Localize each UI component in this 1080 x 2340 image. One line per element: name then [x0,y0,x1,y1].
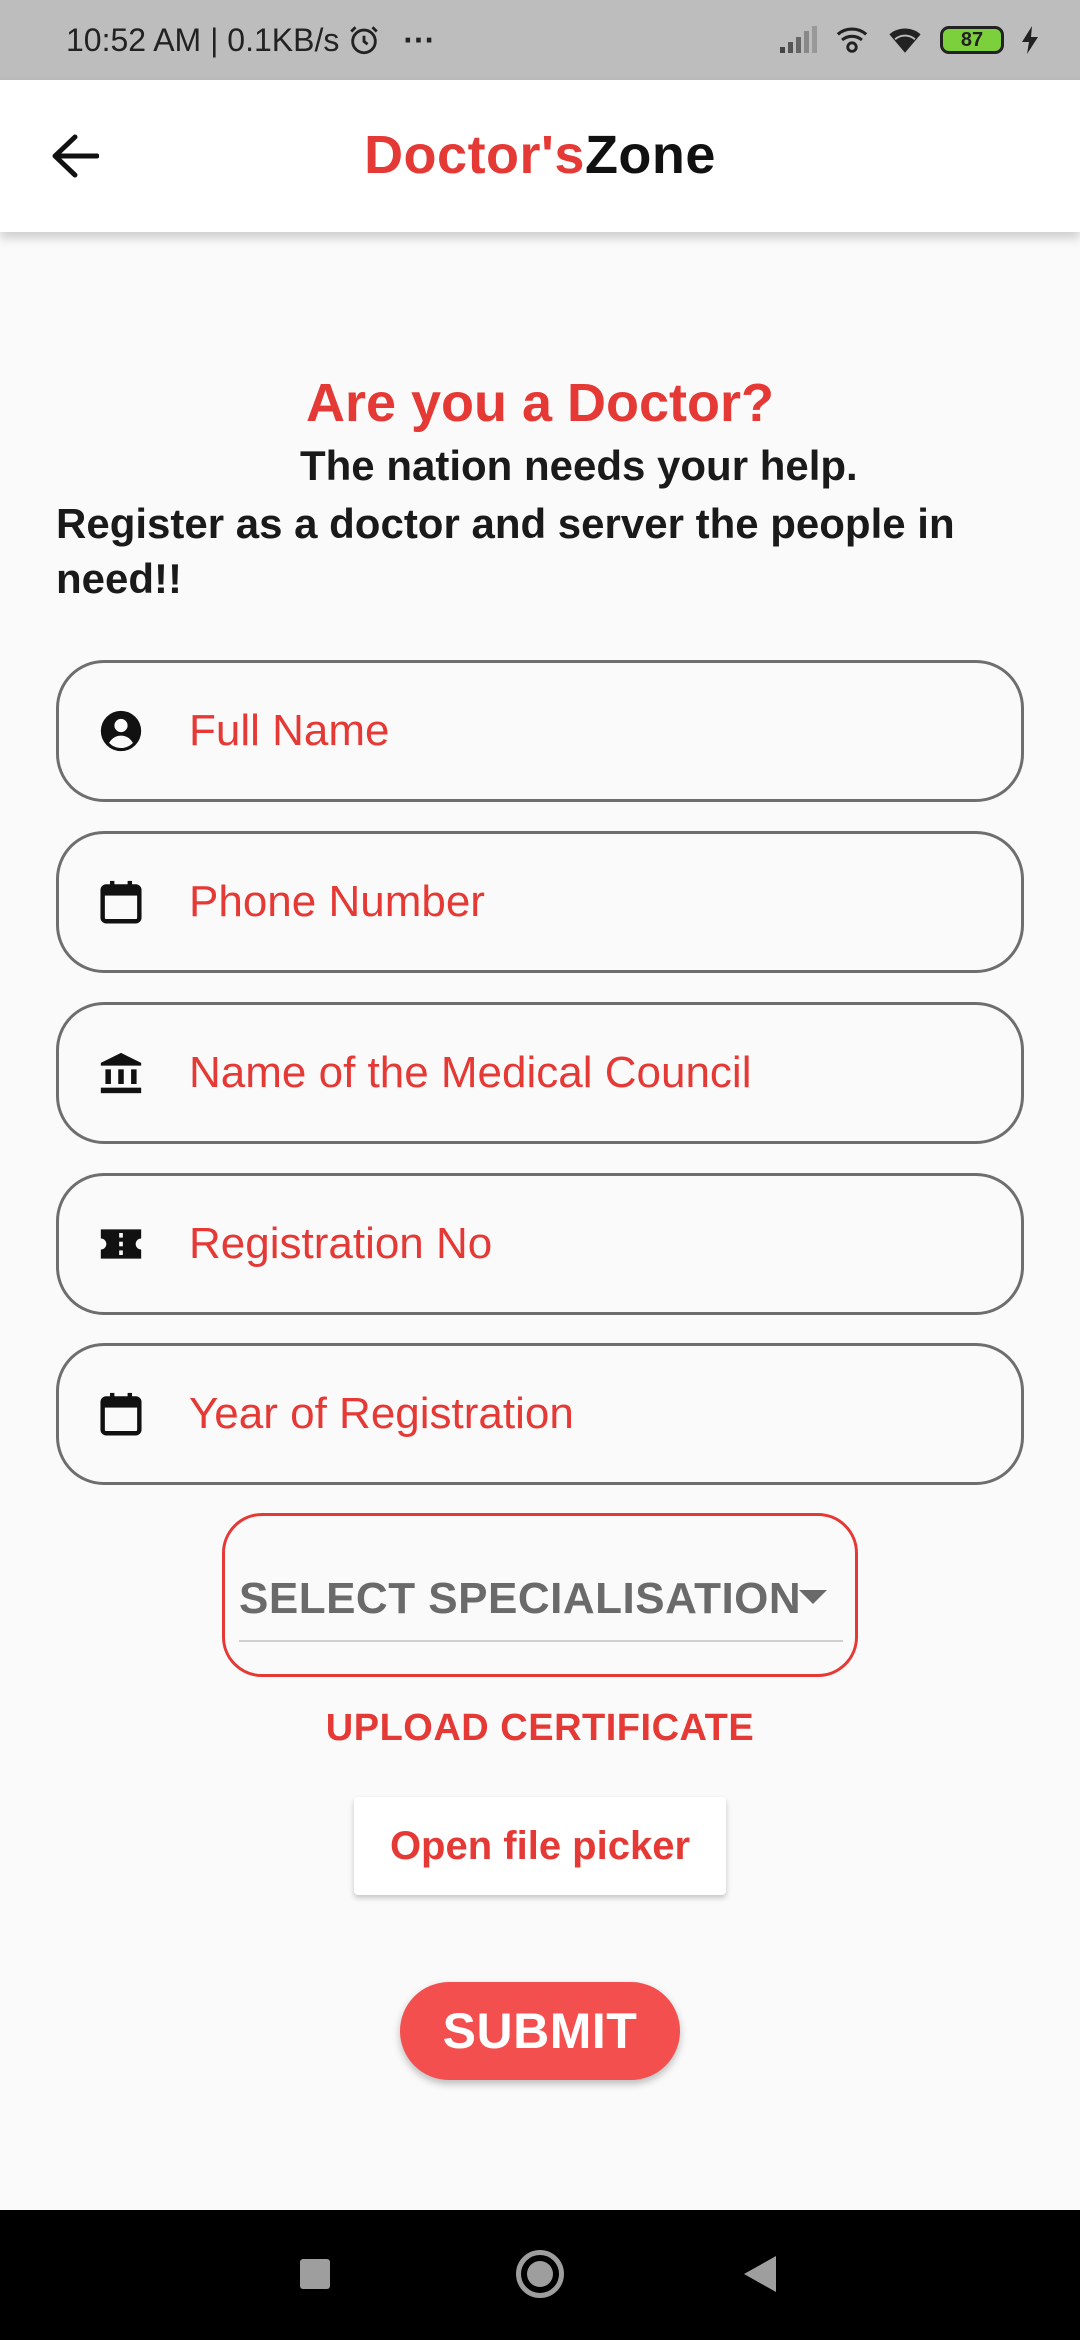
status-left: 10:52 AM | 0.1KB/s ··· [66,22,435,59]
app-title: Doctor'sZone [0,124,1080,186]
medical-council-label: Name of the Medical Council [189,1048,752,1097]
status-bar: 10:52 AM | 0.1KB/s ··· 87 [0,0,1080,80]
nav-back-icon[interactable] [744,2256,776,2292]
medical-council-field[interactable]: Name of the Medical Council [56,1002,1024,1144]
phone-number-field[interactable]: Phone Number [56,831,1024,973]
alarm-icon [347,23,381,57]
wifi-icon [886,23,924,57]
submit-button[interactable]: SUBMIT [400,1982,680,2080]
status-right: 87 [778,23,1040,57]
app-title-doctors: Doctor's [364,125,585,185]
year-of-registration-label: Year of Registration [189,1389,574,1438]
calendar-icon [97,1390,145,1438]
more-icon: ··· [403,21,436,58]
year-of-registration-field[interactable]: Year of Registration [56,1343,1024,1485]
phone-number-label: Phone Number [189,877,485,926]
account-circle-icon [97,707,145,755]
hotspot-icon [834,23,870,57]
home-icon-dot [527,2261,553,2287]
app-bar: Doctor'sZone [0,80,1080,232]
battery-level: 87 [960,28,984,51]
bank-icon [97,1049,145,1097]
app-title-zone: Zone [584,125,716,185]
screen: 10:52 AM | 0.1KB/s ··· 87 Doctor'sZone A… [0,0,1080,2340]
registration-no-field[interactable]: Registration No [56,1173,1024,1315]
page-subheading: The nation needs your help. [300,442,858,489]
status-time-speed: 10:52 AM | 0.1KB/s [66,21,340,58]
upload-certificate-label: UPLOAD CERTIFICATE [325,1707,755,1749]
specialisation-dropdown-label: SELECT SPECIALISATION [239,1574,802,1623]
signal-icon [778,25,818,55]
page-heading: Are you a Doctor? [305,373,775,433]
open-file-picker-button[interactable]: Open file picker [354,1797,726,1895]
dropdown-arrow-icon [799,1590,827,1604]
dropdown-underline [239,1640,843,1642]
ticket-icon [97,1220,145,1268]
recent-apps-icon[interactable] [300,2259,330,2289]
registration-no-label: Registration No [189,1219,493,1268]
calendar-icon [97,878,145,926]
home-icon[interactable] [516,2250,564,2298]
navigation-bar [0,2210,1080,2340]
charging-icon [1020,25,1040,55]
full-name-field[interactable]: Full Name [56,660,1024,802]
page-description: Register as a doctor and server the peop… [56,500,955,602]
specialisation-dropdown[interactable]: SELECT SPECIALISATION [222,1513,858,1677]
battery-icon: 87 [940,26,1004,54]
full-name-label: Full Name [189,706,390,755]
